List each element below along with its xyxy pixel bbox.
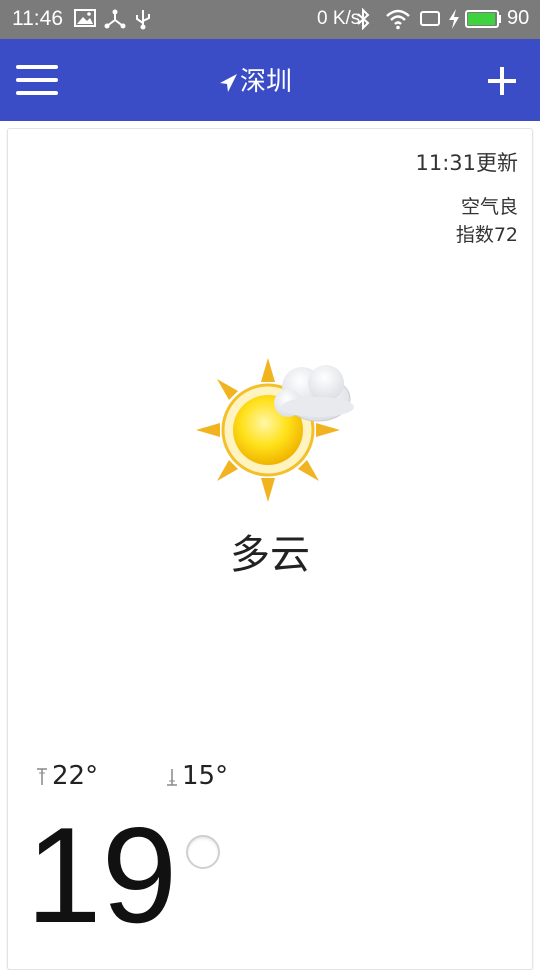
low-temp-icon bbox=[167, 768, 177, 786]
air-quality[interactable]: 空气良 指数72 bbox=[456, 193, 518, 249]
status-time: 11:46 bbox=[12, 7, 63, 30]
status-bar: 11:46 0 K/s 90 bbox=[0, 0, 540, 39]
battery-icon bbox=[465, 10, 501, 28]
screen-icon bbox=[420, 11, 440, 26]
city-name: 深圳 bbox=[240, 67, 293, 97]
network-speed: 0 K/s bbox=[317, 8, 361, 29]
menu-icon bbox=[16, 65, 58, 69]
weather-condition: 多云 bbox=[230, 532, 310, 578]
wifi-icon bbox=[386, 9, 410, 30]
add-icon[interactable] bbox=[486, 65, 518, 97]
menu-icon-bar bbox=[16, 78, 58, 82]
city-selector[interactable]: 深圳 bbox=[218, 61, 292, 98]
cloud bbox=[274, 365, 354, 422]
degree-symbol bbox=[186, 835, 220, 869]
current-temperature: 19 bbox=[26, 799, 178, 951]
partly-cloudy-icon bbox=[196, 358, 354, 502]
menu-button[interactable] bbox=[16, 65, 60, 99]
low-temp: 15° bbox=[166, 761, 228, 791]
air-quality-label: 空气良 bbox=[460, 196, 518, 218]
update-time: 11:31更新 bbox=[415, 151, 518, 175]
usb-icon bbox=[136, 10, 150, 30]
aqi-index: 指数72 bbox=[455, 224, 518, 246]
bluetooth-icon bbox=[357, 8, 370, 30]
app-bar: 深圳 bbox=[0, 39, 540, 121]
menu-icon-bar bbox=[16, 91, 58, 95]
low-temp-value: 15° bbox=[182, 761, 229, 791]
high-temp-icon bbox=[37, 767, 47, 785]
usb-tether-icon bbox=[104, 9, 126, 29]
high-temp: 22° bbox=[36, 761, 98, 791]
battery-level: 90 bbox=[507, 7, 530, 29]
image-icon bbox=[74, 9, 96, 27]
weather-card[interactable]: 11:31更新 空气良 指数72 多云 22° 15° 19 bbox=[7, 128, 533, 970]
charging-icon bbox=[449, 9, 459, 29]
high-temp-value: 22° bbox=[52, 761, 99, 791]
location-arrow-icon bbox=[220, 73, 237, 92]
